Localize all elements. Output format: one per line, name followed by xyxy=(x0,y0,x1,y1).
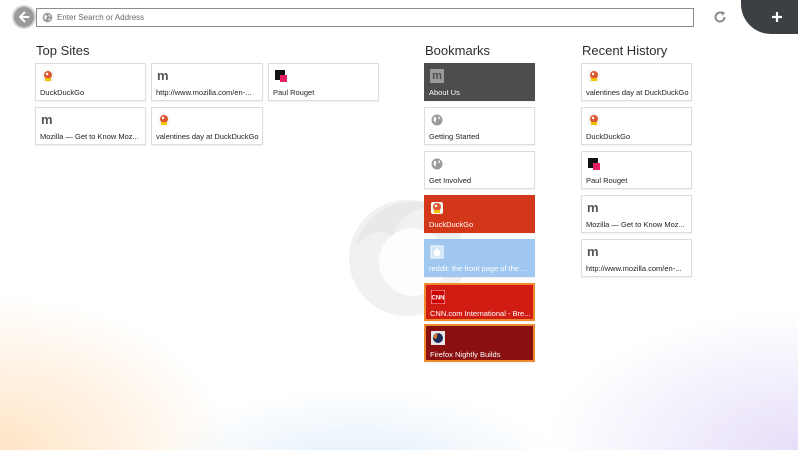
top-sites-heading: Top Sites xyxy=(36,43,90,58)
mozilla-m-icon: m xyxy=(157,68,169,83)
tile-label: http://www.mozilla.com/en-... xyxy=(586,264,682,273)
mozilla-m-icon: m xyxy=(587,200,599,215)
address-bar[interactable] xyxy=(36,8,694,27)
tile-label: Paul Rouget xyxy=(273,88,315,97)
back-button[interactable] xyxy=(12,5,36,29)
search-input[interactable] xyxy=(57,13,657,22)
tile-label: DuckDuckGo xyxy=(429,220,474,229)
bookmark-tile[interactable]: reddit: the front page of the ... xyxy=(424,239,535,277)
paulrouget-icon xyxy=(588,158,600,170)
bookmark-tile[interactable]: Firefox Nightly Builds xyxy=(424,324,535,362)
history-tile[interactable]: valentines day at DuckDuckGo xyxy=(581,63,692,101)
firefox-nightly-icon xyxy=(431,331,445,345)
duckduckgo-icon xyxy=(42,70,54,82)
reload-icon[interactable] xyxy=(712,9,728,25)
tile-label: DuckDuckGo xyxy=(586,132,631,141)
duckduckgo-icon xyxy=(588,70,600,82)
bookmark-tile[interactable]: Getting Started xyxy=(424,107,535,145)
recent-history-heading: Recent History xyxy=(582,43,668,58)
toolbar xyxy=(0,0,798,34)
tile-label: Paul Rouget xyxy=(586,176,628,185)
tile-label: DuckDuckGo xyxy=(40,88,85,97)
globe-icon xyxy=(431,158,443,170)
new-tab-button[interactable] xyxy=(741,0,798,34)
top-site-tile[interactable]: m http://www.mozilla.com/en-... xyxy=(151,63,263,101)
top-site-tile[interactable]: valentines day at DuckDuckGo xyxy=(151,107,263,145)
tile-label: CNN.com International - Bre... xyxy=(430,309,531,318)
tile-label: Firefox Nightly Builds xyxy=(430,350,501,359)
bookmarks-heading: Bookmarks xyxy=(425,43,491,58)
tile-label: reddit: the front page of the ... xyxy=(429,264,528,273)
bookmark-tile[interactable]: Get Involved xyxy=(424,151,535,189)
bookmark-tile[interactable]: CNN CNN.com International - Bre... xyxy=(424,283,535,321)
history-tile[interactable]: m http://www.mozilla.com/en-... xyxy=(581,239,692,277)
back-arrow-icon xyxy=(19,11,30,23)
top-site-tile[interactable]: DuckDuckGo xyxy=(35,63,146,101)
duckduckgo-icon xyxy=(431,202,443,214)
tile-label: valentines day at DuckDuckGo xyxy=(586,88,689,97)
plus-icon xyxy=(772,12,782,22)
mozilla-m-icon: m xyxy=(587,244,599,259)
top-site-tile[interactable]: Paul Rouget xyxy=(268,63,379,101)
bookmark-tile[interactable]: DuckDuckGo xyxy=(424,195,535,233)
tile-label: Get Involved xyxy=(429,176,472,185)
top-site-tile[interactable]: m Mozilla — Get to Know Moz... xyxy=(35,107,146,145)
globe-icon xyxy=(431,114,443,126)
tile-label: Mozilla — Get to Know Moz... xyxy=(586,220,685,229)
history-tile[interactable]: Paul Rouget xyxy=(581,151,692,189)
history-tile[interactable]: m Mozilla — Get to Know Moz... xyxy=(581,195,692,233)
duckduckgo-icon xyxy=(588,114,600,126)
svg-text:CNN: CNN xyxy=(432,296,445,302)
mozilla-m-icon: m xyxy=(430,69,444,83)
history-tile[interactable]: DuckDuckGo xyxy=(581,107,692,145)
duckduckgo-icon xyxy=(158,114,170,126)
tile-label: http://www.mozilla.com/en-... xyxy=(156,88,252,97)
paulrouget-icon xyxy=(275,70,287,82)
globe-icon xyxy=(42,12,53,23)
tile-label: Getting Started xyxy=(429,132,480,141)
tile-label: valentines day at DuckDuckGo xyxy=(156,132,259,141)
mozilla-m-icon: m xyxy=(41,112,53,127)
bookmark-tile[interactable]: m About Us xyxy=(424,63,535,101)
tile-label: About Us xyxy=(429,88,460,97)
tile-label: Mozilla — Get to Know Moz... xyxy=(40,132,139,141)
cnn-icon: CNN xyxy=(431,290,445,304)
reddit-icon xyxy=(430,245,444,259)
